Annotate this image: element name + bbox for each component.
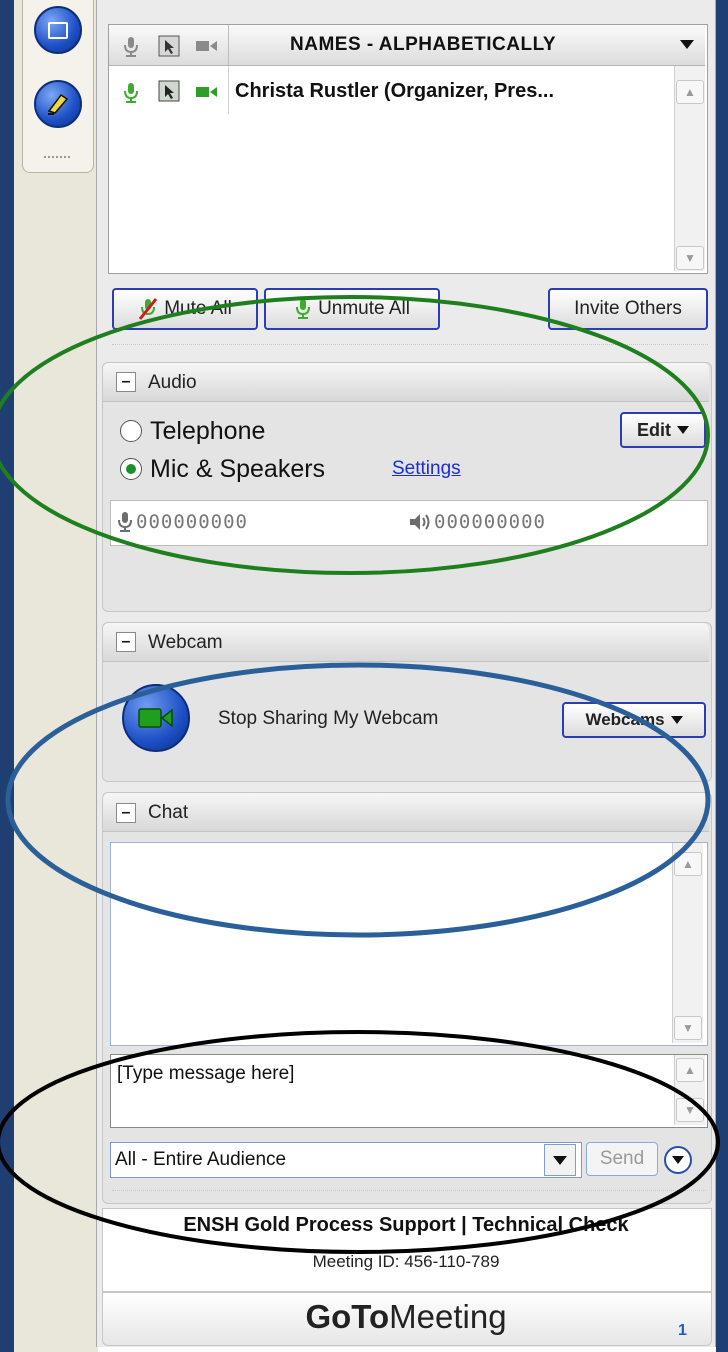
radio-selected-dot (126, 464, 136, 474)
chat-recipient-value: All - Entire Audience (115, 1149, 287, 1170)
recipient-dropdown-button[interactable] (544, 1144, 576, 1176)
send-label: Send (599, 1148, 645, 1169)
webcam-section-title: Webcam (148, 632, 223, 653)
invite-others-label: Invite Others (574, 298, 682, 319)
screen-share-tool-icon[interactable] (34, 6, 82, 54)
mute-all-label: Mute All (164, 298, 232, 319)
logo-bold: GoTo (305, 1298, 390, 1335)
chevron-down-icon (553, 1155, 567, 1165)
options-circle-icon[interactable] (664, 1146, 692, 1174)
highlighter-tool-icon[interactable] (34, 80, 82, 128)
attendee-sort-label: NAMES - ALPHABETICALLY (290, 34, 557, 55)
chat-section-title: Chat (148, 802, 189, 823)
scroll-up-button[interactable]: ▲ (674, 852, 702, 876)
chat-message-input[interactable]: [Type message here] (110, 1054, 708, 1128)
microphone-icon (122, 82, 140, 109)
telephone-radio[interactable] (120, 420, 142, 442)
mic-level-meter: 000000000 (136, 511, 248, 533)
divider (112, 1190, 706, 1197)
screen-view-icon (158, 35, 180, 62)
audio-settings-link[interactable]: Settings (392, 458, 461, 480)
webcam-icon (196, 85, 218, 104)
webcam-collapse-toggle[interactable]: – (116, 632, 136, 652)
chat-section-header[interactable] (103, 793, 709, 832)
chevron-down-icon (672, 1156, 684, 1164)
microphone-icon (296, 299, 311, 319)
microphone-icon (122, 36, 140, 63)
meeting-id: Meeting ID: 456-110-789 (312, 1252, 500, 1271)
webcam-icon (196, 39, 218, 58)
unmute-all-label: Unmute All (318, 298, 410, 319)
logo-light: Meeting (389, 1298, 507, 1335)
slide-frame-right (716, 0, 728, 1352)
audio-section-title: Audio (148, 372, 197, 393)
session-title: ENSH Gold Process Support | Technical Ch… (183, 1214, 629, 1236)
row-divider (228, 66, 229, 114)
microphone-icon (116, 511, 134, 538)
scroll-down-button[interactable]: ▼ (676, 246, 704, 270)
invite-others-button[interactable]: Invite Others (548, 288, 708, 330)
dropdown-arrow-icon[interactable] (680, 40, 694, 49)
slide-page-number: 1 (678, 1322, 687, 1339)
screen-view-icon (158, 80, 180, 107)
audio-edit-button[interactable]: Edit (620, 412, 706, 448)
muted-mic-icon (139, 298, 158, 320)
scroll-down-button[interactable]: ▼ (674, 1016, 702, 1040)
chat-collapse-toggle[interactable]: – (116, 803, 136, 823)
header-divider (228, 25, 229, 65)
chat-recipient-select[interactable]: All - Entire Audience (110, 1142, 582, 1178)
webcams-menu-button[interactable]: Webcams (562, 702, 706, 738)
dropdown-arrow-icon (670, 716, 683, 724)
divider (112, 344, 708, 351)
audio-collapse-toggle[interactable]: – (116, 372, 136, 392)
unmute-all-button[interactable]: Unmute All (264, 288, 440, 330)
speaker-level-meter: 000000000 (434, 511, 546, 533)
attendee-name: Christa Rustler (Organizer, Pres... (235, 80, 554, 102)
webcam-share-icon[interactable] (122, 684, 190, 752)
mic-speakers-label: Mic & Speakers (150, 455, 326, 483)
scroll-down-button[interactable]: ▼ (676, 1098, 704, 1122)
stop-sharing-webcam-label[interactable]: Stop Sharing My Webcam (218, 708, 438, 730)
scroll-up-button[interactable]: ▲ (676, 80, 704, 104)
chat-history[interactable] (110, 842, 708, 1046)
chat-placeholder: [Type message here] (117, 1063, 295, 1084)
gotomeeting-logo: GoToMeeting (102, 1298, 710, 1336)
tool-strip (14, 0, 98, 1352)
chat-send-button[interactable]: Send (586, 1142, 658, 1176)
mic-speakers-radio[interactable] (120, 458, 142, 480)
webcams-menu-label: Webcams (585, 710, 665, 729)
speaker-icon (408, 512, 432, 537)
drag-grip[interactable] (44, 156, 70, 162)
scroll-up-button[interactable]: ▲ (676, 1058, 704, 1082)
telephone-label: Telephone (150, 417, 266, 445)
mute-all-button[interactable]: Mute All (112, 288, 258, 330)
dropdown-arrow-icon (677, 426, 689, 434)
slide-frame-left (0, 0, 14, 1352)
audio-edit-label: Edit (637, 419, 671, 440)
